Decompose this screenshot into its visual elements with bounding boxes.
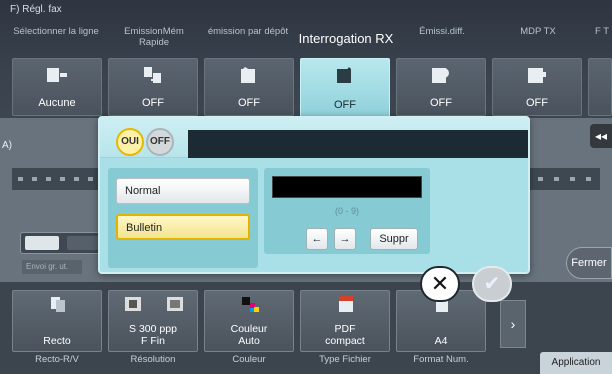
section-label: A) [2, 140, 12, 151]
grid-view-icon[interactable] [67, 236, 101, 250]
list-view-icon[interactable] [25, 236, 59, 250]
tile-value: OFF [334, 99, 356, 111]
number-input[interactable] [272, 176, 422, 198]
tile-file-type[interactable]: PDF compact [300, 290, 390, 352]
tile-resolution[interactable]: S 300 ppp F Fin [108, 290, 198, 352]
tile-value: Recto [43, 335, 71, 347]
tile-polling-tx[interactable]: OFF [204, 58, 294, 116]
normal-option[interactable]: Normal [116, 178, 250, 204]
dash-strip-left [12, 168, 100, 190]
ok-button[interactable]: ✔ [472, 266, 512, 302]
dialog-title-bar [188, 130, 528, 158]
polling-tx-icon [237, 65, 261, 85]
timer-tx-icon [429, 65, 453, 85]
line-select-icon [45, 65, 69, 85]
close-button[interactable]: Fermer [566, 247, 612, 279]
group-send-label: Envoi gr. ut. [22, 260, 82, 274]
tab-label-quick-memory: EmissionMém Rapide [124, 26, 184, 48]
tile-value: S 300 ppp F Fin [129, 323, 177, 347]
tile-value: OFF [430, 97, 452, 109]
off-toggle[interactable]: OFF [146, 128, 174, 156]
cursor-right-button[interactable]: → [334, 228, 356, 250]
bulletin-option[interactable]: Bulletin [116, 214, 250, 240]
cancel-button[interactable]: ✕ [420, 266, 460, 302]
polling-rx-dialog: OUI OFF Normal Bulletin (0 - 9) ← → Supp… [98, 116, 530, 274]
tile-value: PDF compact [325, 323, 365, 347]
number-panel: (0 - 9) ← → Suppr [264, 168, 430, 254]
pdf-icon [336, 295, 356, 313]
tile-value: Aucune [38, 97, 76, 109]
resolution-icon [123, 295, 187, 313]
dialog-header: OUI OFF [100, 118, 528, 158]
tile-polling-rx[interactable]: OFF [300, 58, 390, 118]
tile-password-tx[interactable]: OFF [492, 58, 582, 116]
tile-partial[interactable] [588, 58, 612, 116]
caption-file-type: Type Fichier [319, 354, 371, 365]
password-tx-icon [525, 65, 549, 85]
tile-timer-tx[interactable]: OFF [396, 58, 486, 116]
breadcrumb: F) Régl. fax [10, 4, 62, 15]
tile-value: OFF [238, 97, 260, 109]
duplex-icon [48, 295, 68, 313]
tile-quick-memory-tx[interactable]: OFF [108, 58, 198, 116]
tile-color[interactable]: Couleur Auto [204, 290, 294, 352]
mode-panel: Normal Bulletin [108, 168, 258, 268]
tab-label-line-select: Sélectionner la ligne [13, 26, 99, 37]
rewind-icon[interactable]: ◂◂ [590, 124, 612, 148]
tile-value: OFF [526, 97, 548, 109]
tab-label-f: F T [594, 26, 610, 37]
tab-label-polling-tx: émission par dépôt [207, 26, 289, 37]
caption-scan-size: Format Num. [413, 354, 469, 365]
caption-resolution: Résolution [130, 354, 176, 365]
cursor-left-button[interactable]: ← [306, 228, 328, 250]
tile-line-select[interactable]: Aucune [12, 58, 102, 116]
dash-strip-right [530, 168, 600, 190]
more-settings-chevron-icon[interactable]: › [500, 300, 526, 348]
caption-duplex: Recto-R/V [35, 354, 79, 365]
tab-label-polling-rx: Interrogation RX [298, 31, 394, 46]
layout-toggle[interactable] [20, 232, 108, 254]
tile-value: OFF [142, 97, 164, 109]
delete-button[interactable]: Suppr [370, 228, 418, 250]
color-icon [240, 295, 260, 313]
application-tab[interactable]: Application [540, 352, 612, 374]
polling-rx-icon [333, 65, 357, 85]
range-hint: (0 - 9) [334, 206, 359, 216]
tab-label-timer-tx: Émissi.diff. [419, 26, 465, 37]
caption-color: Couleur [232, 354, 266, 365]
tab-label-password-tx: MDP TX [520, 26, 556, 37]
tile-duplex[interactable]: Recto [12, 290, 102, 352]
on-toggle[interactable]: OUI [116, 128, 144, 156]
tile-value: A4 [434, 335, 448, 347]
quick-memory-tx-icon [141, 65, 165, 85]
tile-value: Couleur Auto [230, 323, 268, 347]
